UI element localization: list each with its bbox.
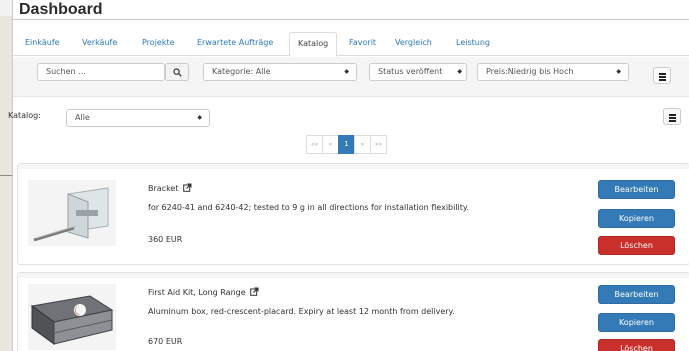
pagination-next[interactable]: » [354,135,371,154]
dashboard-panel: Dashboard Einkäufe Verkäufe Projekte Erw… [12,0,689,351]
product-price: 360 EUR [148,235,183,244]
external-link-icon[interactable] [250,287,259,296]
pagination-prev[interactable]: « [322,135,339,154]
page-title: Dashboard [19,1,103,18]
product-title[interactable]: First Aid Kit, Long Range [148,287,259,297]
product-description: for 6240-41 and 6240-42; tested to 9 g i… [148,203,470,212]
sort-select[interactable]: Preis:Niedrig bis Hoch ◆ [477,63,629,81]
edit-button[interactable]: Bearbeiten [598,180,675,199]
tab-vergleich[interactable]: Vergleich [395,32,432,56]
catalog-label: Katalog: [8,111,41,120]
product-card: Bracket for 6240-41 and 6240-42; tested … [17,163,689,265]
tab-katalog[interactable]: Katalog [289,32,338,57]
pagination-last[interactable]: »» [370,135,387,154]
status-select[interactable]: Status veröffent ◆ [369,63,467,81]
pagination-first[interactable]: «« [306,135,323,154]
pagination-page[interactable]: 1 [338,135,355,154]
catalog-select-value: Alle [75,113,90,122]
tab-projekte[interactable]: Projekte [142,32,175,56]
sort-select-value: Preis:Niedrig bis Hoch [486,67,574,76]
external-link-icon[interactable] [183,183,192,192]
copy-button[interactable]: Kopieren [598,313,675,332]
chevron-down-icon: ◆ [197,114,202,121]
tab-leistung[interactable]: Leistung [456,32,490,56]
product-image [28,284,116,350]
product-title-text: First Aid Kit, Long Range [148,288,246,297]
product-description: Aluminum box, red-crescent-placard. Expi… [148,307,455,316]
tab-einkaeufe[interactable]: Einkäufe [25,32,60,56]
tab-erwartete-auftraege[interactable]: Erwartete Aufträge [197,32,273,56]
menu-icon [669,117,676,119]
edit-button[interactable]: Bearbeiten [598,285,675,304]
menu-button[interactable] [653,67,671,84]
product-price: 670 EUR [148,337,183,346]
copy-button[interactable]: Kopieren [598,209,675,228]
menu-icon [659,79,666,81]
menu-icon [669,114,676,116]
search-input[interactable]: Suchen ... [37,63,165,81]
delete-button[interactable]: Löschen [598,236,675,255]
tab-favorit[interactable]: Favorit [349,32,376,56]
status-select-value: Status veröffent [378,67,443,76]
menu-icon [669,120,676,122]
divider [13,19,689,20]
divider [0,175,12,176]
filter-bar: Suchen ... Kategorie: Alle ◆ Status verö… [13,57,689,97]
tab-bar: Einkäufe Verkäufe Projekte Erwartete Auf… [13,32,689,57]
search-icon [173,68,182,77]
product-title[interactable]: Bracket [148,183,192,193]
category-select-value: Kategorie: Alle [212,67,271,76]
search-button[interactable] [165,63,189,81]
category-select[interactable]: Kategorie: Alle ◆ [203,63,357,81]
product-title-text: Bracket [148,184,179,193]
chevron-down-icon: ◆ [344,68,349,75]
tab-verkaeufe[interactable]: Verkäufe [82,32,117,56]
chevron-down-icon: ◆ [457,68,462,75]
chevron-down-icon: ◆ [616,68,621,75]
pagination: «« « 1 » »» [306,135,387,154]
product-card: First Aid Kit, Long Range Aluminum box, … [17,272,689,351]
catalog-select[interactable]: Alle ◆ [66,109,210,127]
menu-icon [659,73,666,75]
delete-button[interactable]: Löschen [598,339,675,351]
catalog-menu-button[interactable] [663,108,681,125]
product-image [28,180,116,246]
card-header-shade [18,164,689,169]
menu-icon [659,76,666,78]
card-header-shade [18,273,689,278]
